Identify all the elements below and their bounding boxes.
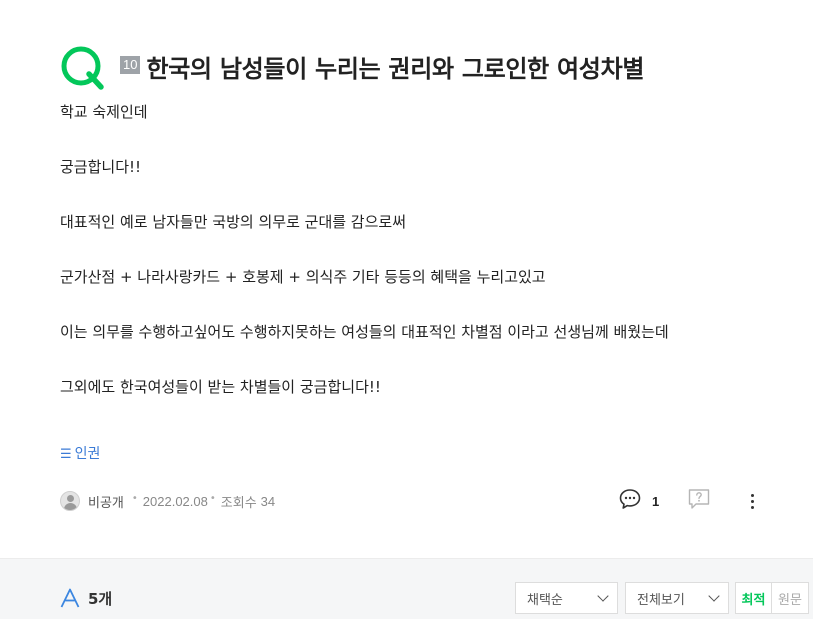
question-body-line: 그외에도 한국여성들이 받는 차별들이 궁금합니다!! — [60, 378, 381, 396]
level-badge: 10 — [120, 56, 141, 74]
more-icon[interactable] — [749, 490, 755, 512]
view-filter-value: 전체보기 — [637, 592, 685, 608]
view-filter-select[interactable]: 전체보기 — [625, 582, 729, 614]
comment-icon — [618, 487, 642, 515]
a-mark-icon — [60, 588, 80, 612]
question-actions: 1 — [618, 488, 755, 514]
question-section: 10 한국의 남성들이 누리는 권리와 그로인한 여성차별 학교 숙제인데 궁금… — [0, 0, 813, 558]
question-body-line: 군가산점 + 나라사랑카드 + 호봉제 + 의식주 기타 등등의 혜택을 누리고… — [60, 268, 546, 286]
separator-dot: • — [131, 492, 138, 504]
views-count: 34 — [260, 493, 276, 509]
question-body-line: 궁금합니다!! — [60, 158, 142, 176]
chevron-down-icon — [708, 590, 720, 602]
author-name: 비공개 — [88, 495, 124, 511]
question-body-line: 대표적인 예로 남자들만 국방의 의무로 군대를 감으로써 — [60, 213, 407, 231]
report-icon — [687, 487, 711, 515]
comment-button[interactable]: 1 — [618, 487, 659, 515]
category-tag-label: 인권 — [74, 446, 101, 462]
sort-select-value: 채택순 — [527, 592, 563, 608]
question-meta: 비공개 • 2022.02.08 • 조회수 34 — [60, 490, 275, 512]
toggle-original[interactable]: 원문 — [772, 583, 808, 613]
chevron-down-icon — [597, 590, 609, 602]
question-body-line: 이는 의무를 수행하고싶어도 수행하지못하는 여성들의 대표적인 차별점 이라고… — [60, 323, 669, 341]
question-body: 학교 숙제인데 궁금합니다!! 대표적인 예로 남자들만 국방의 의무로 군대를… — [60, 98, 760, 401]
category-icon: ☰ — [60, 447, 72, 462]
post-date: 2022.02.08 — [142, 493, 208, 509]
avatar — [60, 491, 80, 511]
question-body-line: 학교 숙제인데 — [60, 103, 148, 121]
question-header: 10 한국의 남성들이 누리는 권리와 그로인한 여성차별 — [60, 44, 644, 92]
report-button[interactable] — [687, 487, 711, 515]
more-dot — [750, 505, 754, 509]
answer-order-toggle: 최적 원문 — [735, 582, 809, 614]
q-mark-icon — [60, 45, 106, 91]
comment-count: 1 — [652, 493, 660, 509]
more-dot — [750, 499, 754, 503]
answer-count: 5개 — [88, 590, 113, 608]
sort-select[interactable]: 채택순 — [515, 582, 618, 614]
views-label: 조회수 — [220, 495, 257, 511]
separator-dot: • — [209, 492, 216, 504]
question-title: 한국의 남성들이 누리는 권리와 그로인한 여성차별 — [146, 54, 645, 83]
more-dot — [750, 493, 754, 497]
answers-header: 5개 채택순 전체보기 최적 원문 — [0, 558, 813, 619]
toggle-latest[interactable]: 최적 — [736, 583, 772, 613]
category-tag[interactable]: ☰ 인권 — [60, 443, 100, 463]
